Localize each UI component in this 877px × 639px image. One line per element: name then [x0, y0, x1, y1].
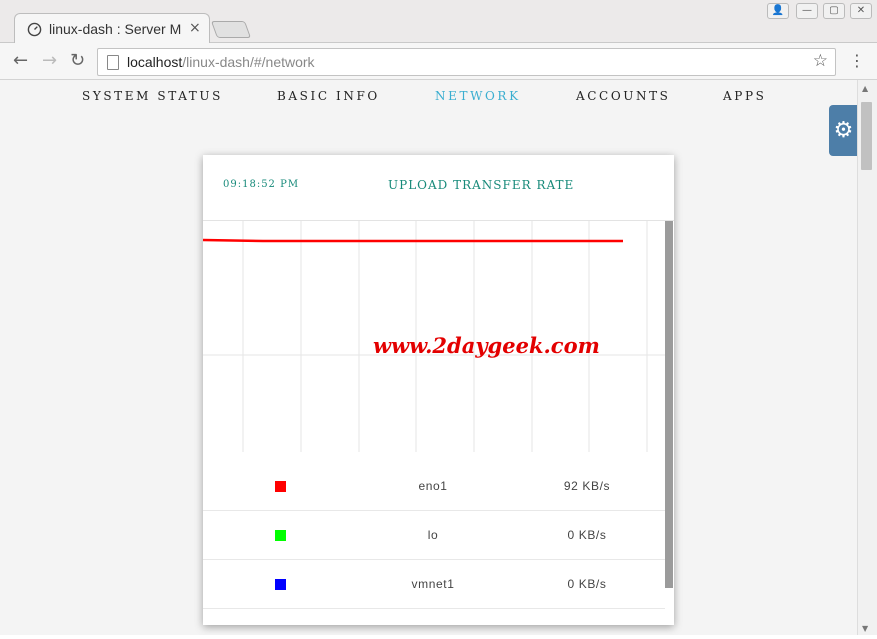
- profile-icon[interactable]: 👤: [767, 3, 789, 19]
- nav-apps[interactable]: APPS: [723, 89, 766, 103]
- browser-tab[interactable]: linux-dash : Server M ×: [14, 13, 210, 44]
- page-scrollbar[interactable]: ▲ ▼: [857, 80, 877, 635]
- back-icon[interactable]: ←: [13, 51, 28, 71]
- nav-accounts[interactable]: ACCOUNTS: [576, 89, 671, 103]
- interface-name: lo: [427, 528, 439, 542]
- legend-swatch: [275, 579, 286, 590]
- nav-basic-info[interactable]: BASIC INFO: [277, 89, 380, 103]
- browser-menu-icon[interactable]: ⋮: [849, 52, 865, 70]
- dashboard-favicon-icon: [27, 22, 42, 37]
- maximize-button[interactable]: ▢: [823, 3, 845, 19]
- close-window-button[interactable]: ✕: [850, 3, 872, 19]
- address-bar[interactable]: localhost/linux-dash/#/network ☆: [97, 48, 836, 76]
- interface-rate: 92 KB/s: [563, 479, 611, 493]
- browser-titlebar: linux-dash : Server M × 👤 — ▢ ✕: [0, 0, 877, 44]
- forward-icon[interactable]: →: [42, 51, 57, 71]
- nav-network[interactable]: NETWORK: [435, 89, 521, 103]
- bookmark-star-icon[interactable]: ☆: [813, 51, 828, 71]
- url-path: /linux-dash/#/network: [182, 54, 315, 70]
- scroll-up-icon[interactable]: ▲: [862, 84, 868, 93]
- interface-legend: eno1 92 KB/s lo 0 KB/s vmnet1 0 KB/s: [203, 462, 665, 609]
- legend-row: eno1 92 KB/s: [203, 462, 665, 511]
- upload-transfer-rate-card: 09:18:52 PM UPLOAD TRANSFER RATE www.2da…: [203, 155, 674, 625]
- page-scroll-thumb[interactable]: [861, 102, 872, 170]
- interface-name: vmnet1: [411, 577, 455, 591]
- watermark-text: www.2daygeek.com: [373, 333, 600, 358]
- new-tab-button[interactable]: [210, 21, 252, 38]
- legend-row: vmnet1 0 KB/s: [203, 560, 665, 609]
- browser-toolbar: ← → ↻ localhost/linux-dash/#/network ☆ ⋮: [0, 43, 877, 80]
- legend-swatch: [275, 530, 286, 541]
- card-title: UPLOAD TRANSFER RATE: [388, 178, 575, 192]
- page-info-icon[interactable]: [107, 55, 119, 70]
- page-content: SYSTEM STATUS BASIC INFO NETWORK ACCOUNT…: [0, 80, 857, 635]
- card-header: 09:18:52 PM UPLOAD TRANSFER RATE: [203, 155, 674, 221]
- series-line-eno1: [203, 238, 623, 243]
- url-host: localhost: [127, 54, 183, 70]
- settings-button[interactable]: ⚙: [829, 105, 857, 156]
- tab-title: linux-dash : Server M: [49, 21, 181, 37]
- main-nav: SYSTEM STATUS BASIC INFO NETWORK ACCOUNT…: [0, 80, 857, 114]
- interface-name: eno1: [418, 479, 448, 493]
- interface-rate: 0 KB/s: [567, 577, 607, 591]
- minimize-button[interactable]: —: [796, 3, 818, 19]
- reload-icon[interactable]: ↻: [70, 51, 85, 71]
- card-scrollbar[interactable]: [665, 221, 673, 588]
- nav-system-status[interactable]: SYSTEM STATUS: [82, 89, 223, 103]
- interface-rate: 0 KB/s: [567, 528, 607, 542]
- url-text[interactable]: localhost/linux-dash/#/network: [127, 54, 315, 70]
- legend-row: lo 0 KB/s: [203, 511, 665, 560]
- card-time: 09:18:52 PM: [223, 179, 300, 190]
- scroll-down-icon[interactable]: ▼: [862, 624, 868, 633]
- tab-close-icon[interactable]: ×: [189, 20, 201, 36]
- legend-swatch: [275, 481, 286, 492]
- gear-icon: ⚙: [833, 118, 854, 143]
